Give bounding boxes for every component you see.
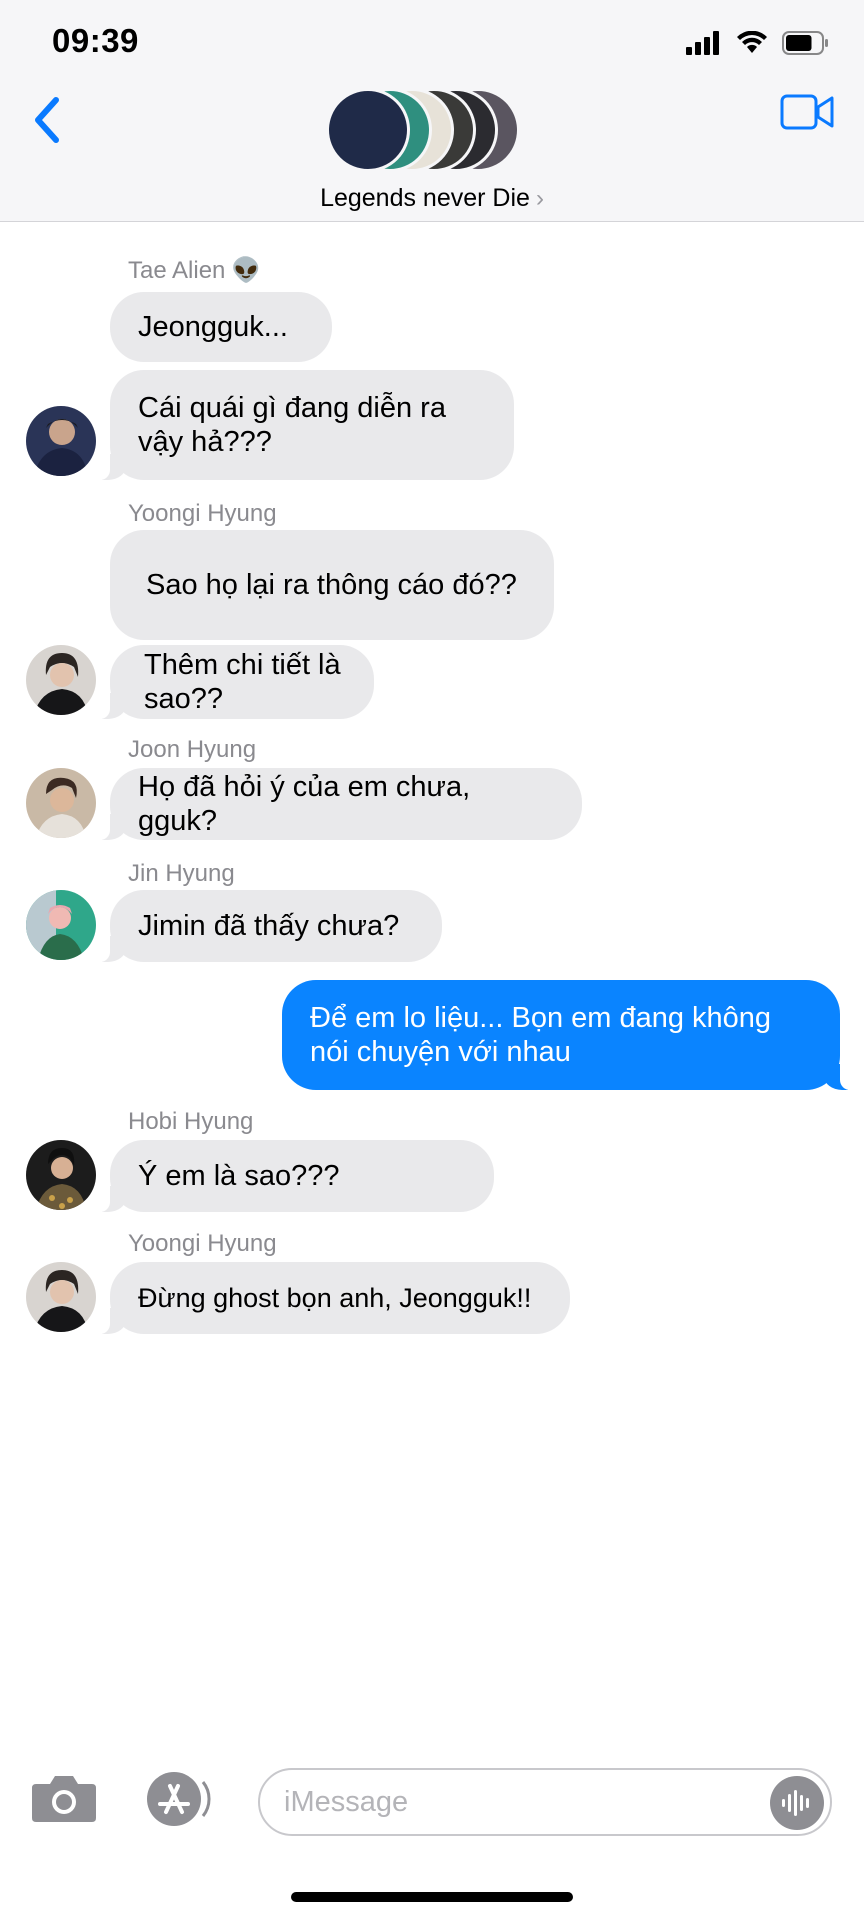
messages-screen: 09:39 Legends never Die › Tae Alien 👽 Je… [0,0,864,1920]
sender-name: Yoongi Hyung [128,1230,277,1257]
wifi-icon [737,31,767,53]
message-bubble[interactable]: Đừng ghost bọn anh, Jeongguk!! [96,1262,570,1334]
chevron-right-icon: › [535,184,544,212]
group-title-text: Legends never Die [320,184,530,212]
signal-icon [686,31,719,55]
group-member-avatar [326,88,410,172]
audio-waveform-icon[interactable] [770,1776,824,1830]
home-indicator[interactable] [291,1892,573,1902]
outgoing-message-bubble[interactable]: Để em lo liệu... Bọn em đang không nói c… [282,980,854,1090]
conversation-header: 09:39 Legends never Die › [0,0,864,222]
alien-emoji-icon: 👽 [231,257,262,284]
sender-name: Hobi Hyung [128,1108,254,1135]
sender-name: Jin Hyung [128,860,235,887]
tae-avatar[interactable] [26,406,96,476]
message-input-field[interactable] [258,1768,832,1836]
yoongi-avatar[interactable] [26,1262,96,1332]
battery-icon [782,31,828,55]
message-bubble[interactable]: Cái quái gì đang diễn ra vậy hả??? [96,370,514,480]
status-icons [686,26,830,60]
message-bubble[interactable]: Jimin đã thấy chưa? [96,890,442,962]
app-store-icon[interactable] [140,1770,216,1828]
sender-name: Yoongi Hyung [128,500,277,527]
message-input[interactable] [284,1770,744,1834]
back-button[interactable] [26,90,70,150]
group-avatar-stack[interactable] [326,88,536,172]
hobi-avatar[interactable] [26,1140,96,1210]
message-bubble[interactable]: Thêm chi tiết là sao?? [96,645,374,719]
jin-avatar[interactable] [26,890,96,960]
status-time: 09:39 [52,22,139,59]
group-name[interactable]: Legends never Die › [0,184,864,213]
message-bubble[interactable]: Jeongguk... [110,292,332,362]
video-camera-icon[interactable] [780,92,834,132]
yoongi-avatar[interactable] [26,645,96,715]
camera-icon[interactable] [30,1772,98,1824]
sender-name: Joon Hyung [128,736,257,763]
message-bubble[interactable]: Sao họ lại ra thông cáo đó?? [110,530,554,640]
message-bubble[interactable]: Họ đã hỏi ý của em chưa, gguk? [96,768,582,840]
message-bubble[interactable]: Ý em là sao??? [96,1140,494,1212]
joon-avatar[interactable] [26,768,96,838]
sender-name: Tae Alien 👽 [128,256,262,285]
